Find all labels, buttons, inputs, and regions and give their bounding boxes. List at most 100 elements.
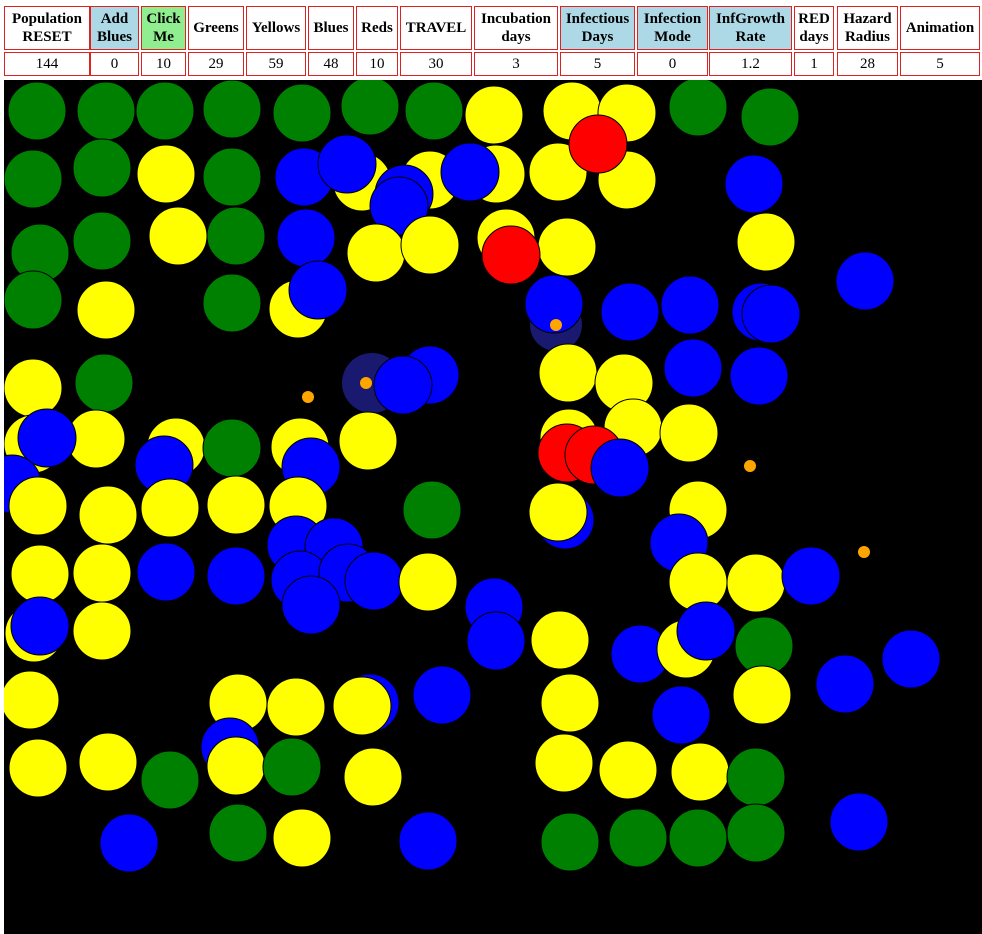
person-blue [412, 665, 472, 725]
person-yellow [670, 742, 730, 802]
person-blue [781, 546, 841, 606]
click-me-button[interactable]: Click Me [141, 6, 186, 50]
red-days-button[interactable]: RED days [794, 6, 834, 50]
person-blue [741, 284, 801, 344]
person-green [76, 81, 136, 141]
person-yellow [140, 478, 200, 538]
person-blue [281, 575, 341, 635]
person-blue [206, 546, 266, 606]
person-yellow [343, 747, 403, 807]
animation-value-text: 5 [936, 55, 944, 72]
hazard-dot [550, 319, 562, 331]
population-value: 144 [4, 52, 90, 76]
arena-canvas[interactable] [4, 80, 982, 934]
person-yellow [598, 740, 658, 800]
person-green [72, 138, 132, 198]
person-green [202, 418, 262, 478]
person-green [202, 273, 262, 333]
person-blue [815, 654, 875, 714]
person-yellow [206, 736, 266, 796]
add-blues-value: 0 [90, 52, 139, 76]
reds-label: Reds [361, 20, 393, 36]
person-green [404, 81, 464, 141]
animation-button[interactable]: Animation [900, 6, 980, 50]
blues-label: Blues [313, 20, 349, 36]
person-yellow [668, 552, 728, 612]
yellows-button[interactable]: Yellows [246, 6, 306, 50]
person-blue [835, 251, 895, 311]
greens-value: 29 [188, 52, 244, 76]
greens-label: Greens [193, 20, 239, 36]
person-blue [676, 601, 736, 661]
infectious-days-value-text: 5 [593, 55, 602, 72]
person-yellow [8, 476, 68, 536]
click-me-value: 10 [141, 52, 186, 76]
person-blue [663, 338, 723, 398]
incubation-days-value-text: 3 [512, 55, 520, 72]
person-yellow [537, 217, 597, 277]
hazard-radius-label: Hazard Radius [843, 11, 892, 45]
infection-mode-value-text: 0 [668, 55, 677, 72]
person-blue [10, 596, 70, 656]
person-blue [288, 260, 348, 320]
person-green [74, 353, 134, 413]
person-blue [881, 629, 941, 689]
person-green [202, 80, 262, 139]
red-days-label: RED days [798, 11, 830, 45]
person-yellow [206, 475, 266, 535]
person-yellow [78, 485, 138, 545]
person-green [4, 149, 63, 209]
person-green [208, 803, 268, 863]
person-green [72, 211, 132, 271]
person-yellow [736, 212, 796, 272]
person-blue [373, 355, 433, 415]
reds-button[interactable]: Reds [356, 6, 398, 50]
population-button[interactable]: Population RESET [4, 6, 90, 50]
person-yellow [8, 738, 68, 798]
person-yellow [346, 223, 406, 283]
person-yellow [10, 544, 70, 604]
control-panel: Population RESET 144 Add Blues 0 Click Me 10 G… [2, 2, 982, 78]
yellows-label: Yellows [251, 20, 301, 36]
add-blues-button[interactable]: Add Blues [90, 6, 139, 50]
inf-growth-rate-button[interactable]: InfGrowth Rate [709, 6, 792, 50]
blues-value-text: 48 [323, 55, 339, 72]
infection-mode-label: Infection Mode [643, 11, 702, 45]
travel-label: TRAVEL [405, 20, 467, 36]
person-green [740, 87, 800, 147]
click-me-label: Click Me [146, 11, 181, 45]
person-yellow [338, 411, 398, 471]
simulation-arena[interactable] [4, 80, 982, 934]
person-blue [466, 611, 526, 671]
animation-label: Animation [905, 20, 975, 36]
person-red [481, 225, 541, 285]
incubation-days-label: Incubation days [480, 11, 552, 45]
person-blue [344, 551, 404, 611]
greens-button[interactable]: Greens [188, 6, 244, 50]
red-days-value-text: 1 [810, 55, 818, 72]
person-green [668, 80, 728, 137]
travel-button[interactable]: TRAVEL [400, 6, 472, 50]
hazard-radius-button[interactable]: Hazard Radius [837, 6, 898, 50]
person-yellow [530, 610, 590, 670]
person-green [668, 808, 728, 868]
person-green [202, 147, 262, 207]
population-value-text: 144 [35, 55, 59, 72]
inf-growth-rate-label: InfGrowth Rate [716, 11, 785, 45]
person-green [402, 480, 462, 540]
person-blue [600, 282, 660, 342]
blues-value: 48 [308, 52, 354, 76]
blues-button[interactable]: Blues [308, 6, 354, 50]
person-green [140, 750, 200, 810]
infectious-days-button[interactable]: Infectious Days [560, 6, 635, 50]
person-green [608, 808, 668, 868]
incubation-days-button[interactable]: Incubation days [474, 6, 558, 50]
red-days-value: 1 [794, 52, 834, 76]
yellows-value-text: 59 [268, 55, 284, 72]
animation-value: 5 [900, 52, 980, 76]
person-yellow [4, 358, 63, 418]
person-blue [829, 792, 889, 852]
person-green [726, 747, 786, 807]
infection-mode-button[interactable]: Infection Mode [637, 6, 708, 50]
person-green [135, 81, 195, 141]
